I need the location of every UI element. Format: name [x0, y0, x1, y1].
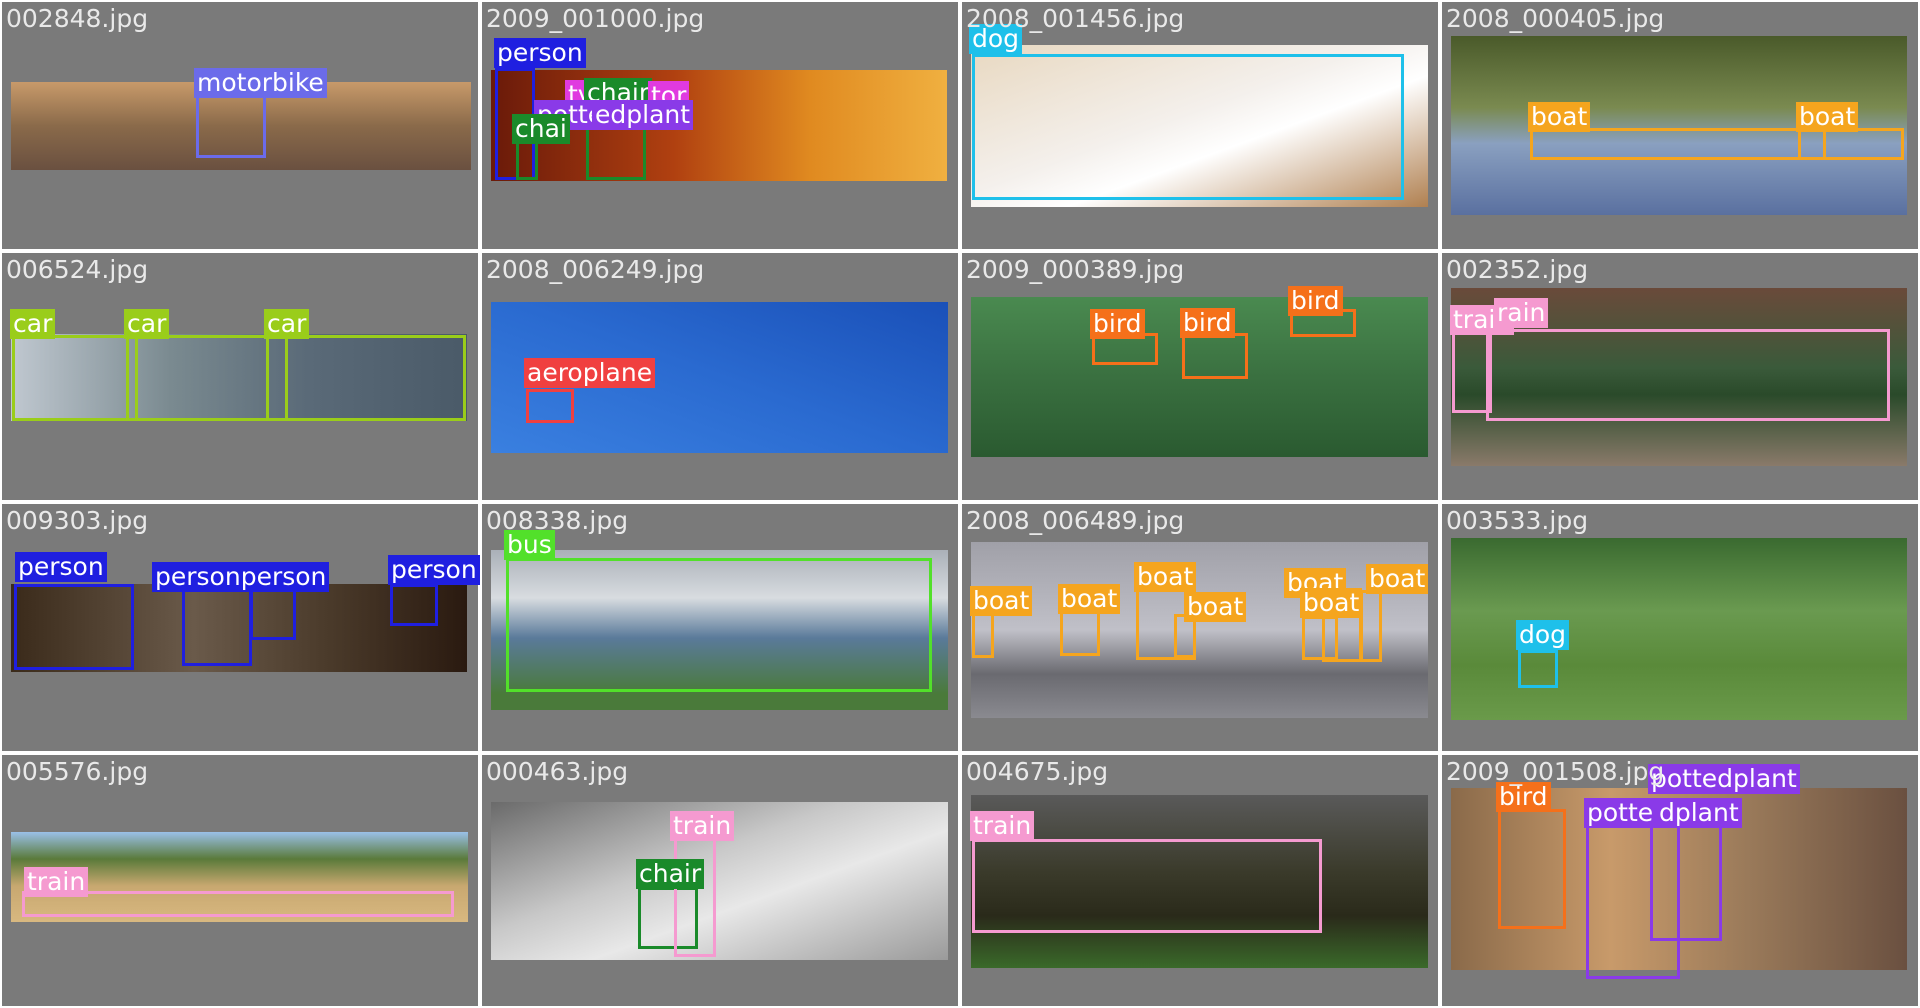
detection-label: edplant	[592, 100, 694, 130]
bounding-box	[126, 335, 288, 421]
image-tile[interactable]: 008338.jpg bus	[482, 504, 958, 751]
detection-label: boat	[1366, 564, 1429, 594]
detection-label: person	[388, 555, 480, 585]
detection-label: boat	[1184, 592, 1247, 622]
image-tile[interactable]: 2008_000405.jpg boat boat	[1442, 2, 1918, 249]
detection-label: potte	[1584, 798, 1657, 828]
bounding-box	[390, 584, 438, 626]
image-tile[interactable]: 000463.jpg train chair	[482, 755, 958, 1006]
detection-label: boat	[1134, 562, 1197, 592]
bounding-box	[972, 839, 1322, 933]
detection-label: personperson	[152, 562, 330, 592]
bounding-box	[1486, 329, 1890, 421]
image-filename: 2009_001508.jpg	[1446, 757, 1665, 786]
image-filename: 002352.jpg	[1446, 255, 1589, 284]
detection-label: bird	[1090, 309, 1145, 339]
image-tile[interactable]: 003533.jpg dog	[1442, 504, 1918, 751]
detection-label: chair	[636, 859, 705, 889]
detection-label: chai	[512, 114, 570, 144]
image-filename: 000463.jpg	[486, 757, 629, 786]
image-filename: 2009_000389.jpg	[966, 255, 1185, 284]
detection-label: car	[124, 309, 170, 339]
image-filename: 003533.jpg	[1446, 506, 1589, 535]
detection-label: car	[264, 309, 310, 339]
detection-grid: 002848.jpg motorbike 2009_001000.jpg per…	[0, 0, 1920, 1008]
image-filename: 009303.jpg	[6, 506, 149, 535]
bounding-box	[1518, 650, 1558, 688]
image-filename: 004675.jpg	[966, 757, 1109, 786]
bounding-box	[1360, 590, 1382, 662]
bounding-box	[14, 584, 134, 670]
image-filename: 2009_001000.jpg	[486, 4, 705, 33]
detection-label: pottedplant	[1648, 764, 1800, 794]
detection-label: aeroplane	[524, 358, 656, 388]
bounding-box	[1798, 128, 1904, 160]
image-tile[interactable]: 002352.jpg train rain	[1442, 253, 1918, 500]
bounding-box	[182, 584, 252, 666]
detection-label: train	[970, 811, 1035, 841]
image-filename: 2008_006489.jpg	[966, 506, 1185, 535]
bounding-box	[1530, 128, 1826, 160]
bounding-box	[526, 389, 574, 423]
bounding-box	[674, 837, 716, 957]
image-filename: 2008_006249.jpg	[486, 255, 705, 284]
detection-label: boat	[1058, 584, 1121, 614]
detection-label: boat	[970, 586, 1033, 616]
image-filename: 2008_001456.jpg	[966, 4, 1185, 33]
image-filename: 2008_000405.jpg	[1446, 4, 1665, 33]
image-tile[interactable]: 002848.jpg motorbike	[2, 2, 478, 249]
image-tile[interactable]: 2009_001508.jpg bird pottedplant potte d…	[1442, 755, 1918, 1006]
bounding-box	[972, 610, 994, 658]
bounding-box	[1650, 809, 1722, 941]
image-filename: 008338.jpg	[486, 506, 629, 535]
detection-label: boat	[1796, 102, 1859, 132]
bounding-box	[506, 558, 932, 692]
image-filename: 002848.jpg	[6, 4, 149, 33]
detection-label: rain	[1494, 298, 1549, 328]
image-filename: 005576.jpg	[6, 757, 149, 786]
bounding-box	[196, 94, 266, 158]
image-filename: 006524.jpg	[6, 255, 149, 284]
detection-label: train	[24, 867, 89, 897]
image-tile[interactable]: 009303.jpg person personperson person	[2, 504, 480, 751]
detection-label: boat	[1300, 588, 1363, 618]
detection-label: person	[15, 552, 107, 582]
image-tile[interactable]: 2008_006249.jpg aeroplane	[482, 253, 958, 500]
bounding-box	[266, 335, 466, 421]
bounding-box	[972, 54, 1404, 200]
detection-label: train	[670, 811, 735, 841]
detection-label: boat	[1528, 102, 1591, 132]
detection-label: car	[10, 309, 56, 339]
bounding-box	[250, 584, 296, 640]
detection-label: motorbike	[194, 68, 327, 98]
bounding-box	[1498, 809, 1566, 929]
image-tile[interactable]: 2009_001000.jpg person tv chair tor pott…	[482, 2, 958, 249]
detection-label: dplant	[1656, 798, 1742, 828]
image-tile[interactable]: 2008_001456.jpg dog	[962, 2, 1438, 249]
detection-label: bird	[1288, 286, 1343, 316]
detection-label: dog	[1516, 620, 1570, 650]
bounding-box	[1060, 608, 1100, 656]
image-tile[interactable]: 006524.jpg car car car	[2, 253, 478, 500]
image-tile[interactable]: 2008_006489.jpg boat boat boat boat boat…	[962, 504, 1438, 751]
image-tile[interactable]: 2009_000389.jpg bird bird bird	[962, 253, 1438, 500]
bounding-box	[1182, 333, 1248, 379]
bounding-box	[12, 335, 138, 421]
detection-label: bird	[1180, 308, 1235, 338]
bounding-box	[516, 138, 538, 180]
image-tile[interactable]: 004675.jpg train	[962, 755, 1438, 1006]
detection-label: person	[494, 38, 586, 68]
image-tile[interactable]: 005576.jpg train	[2, 755, 478, 1006]
